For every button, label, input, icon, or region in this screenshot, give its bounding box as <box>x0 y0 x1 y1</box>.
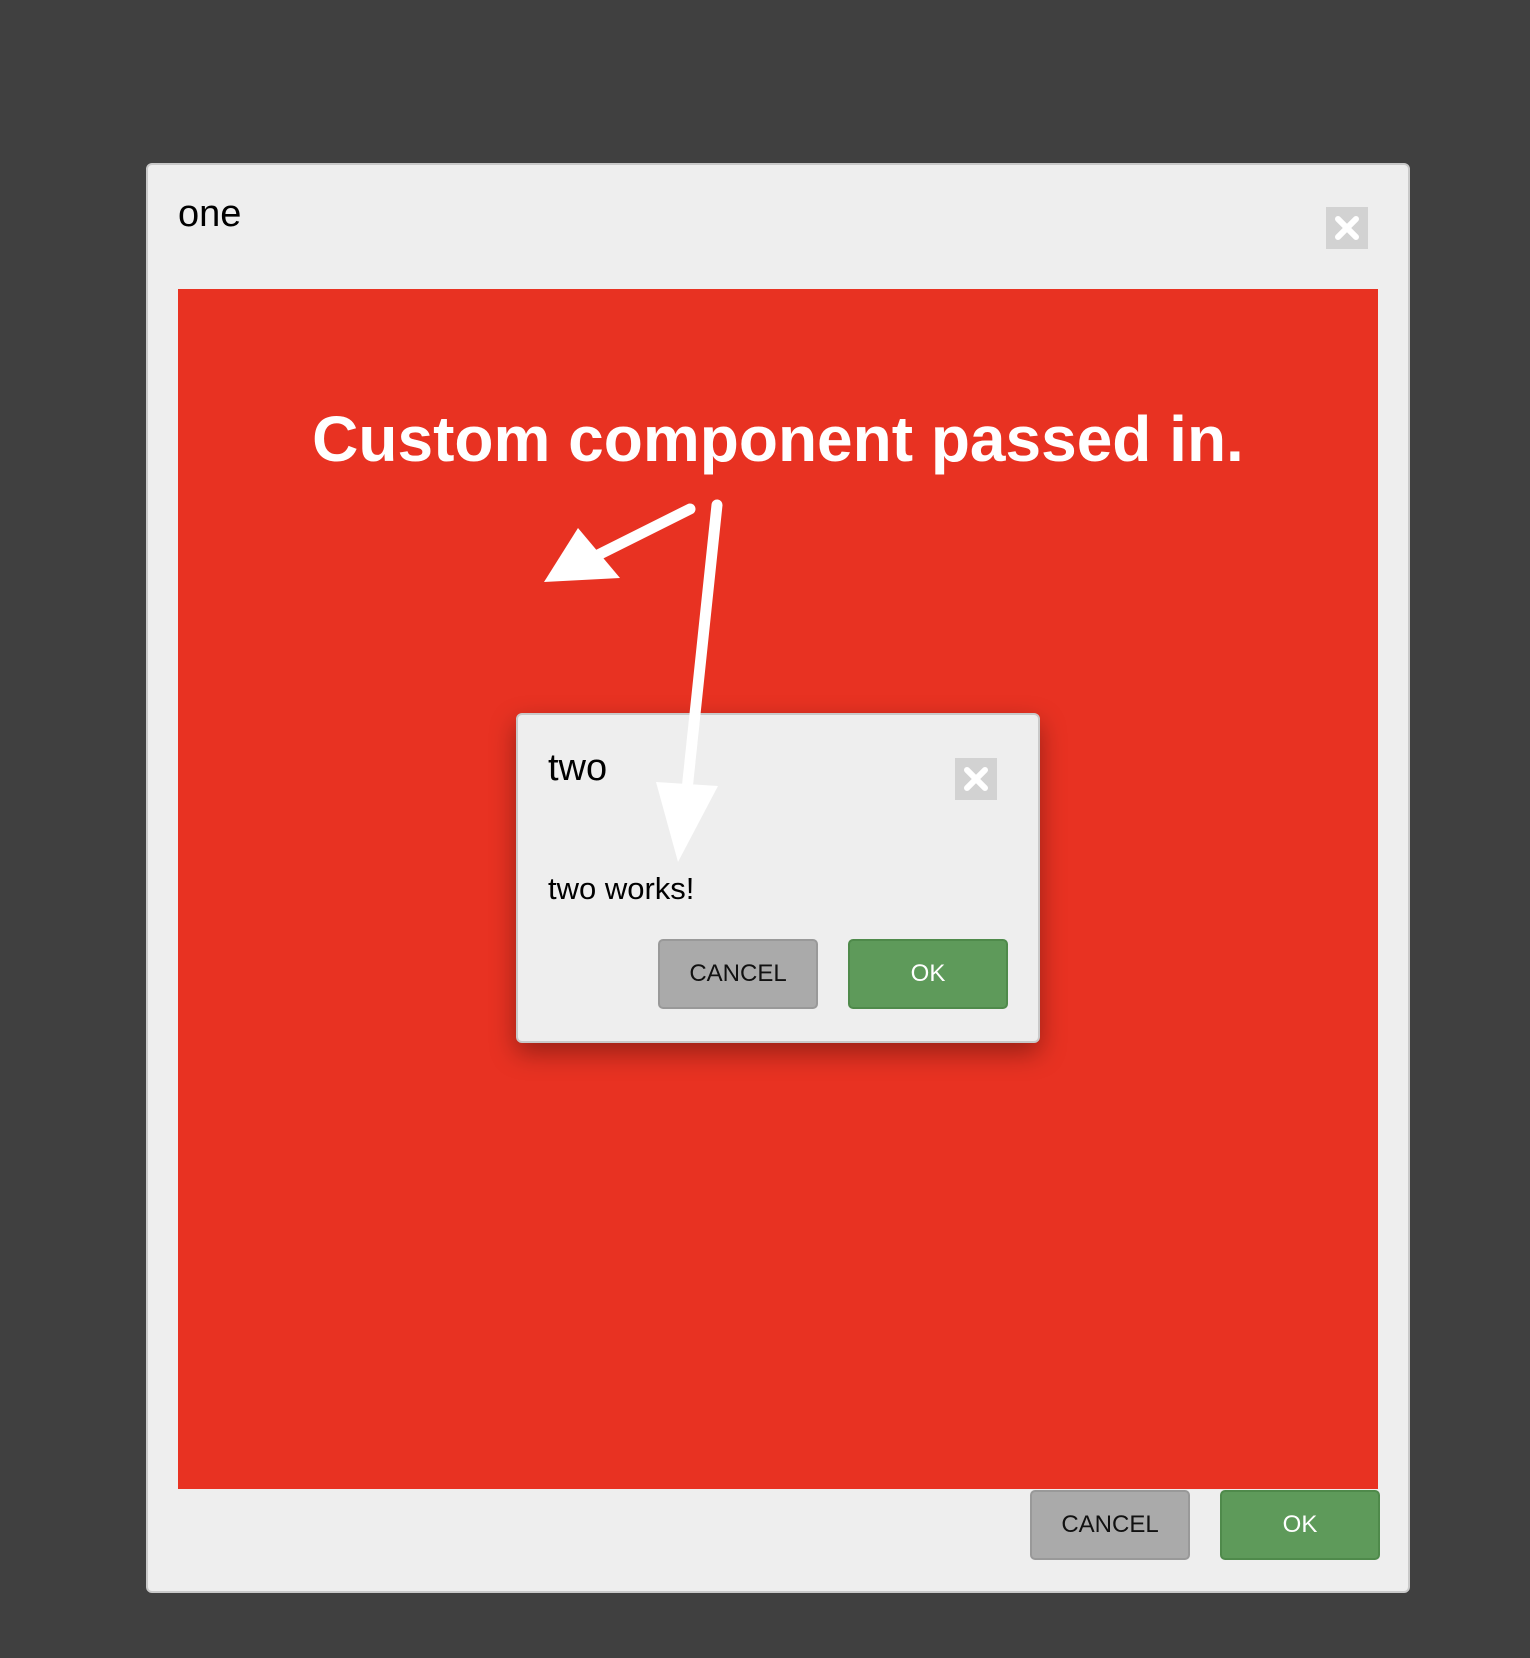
close-icon <box>961 764 991 794</box>
dialog-one-ok-button[interactable]: OK <box>1220 1490 1380 1560</box>
dialog-two-ok-button[interactable]: OK <box>848 939 1008 1009</box>
close-icon <box>1332 213 1362 243</box>
dialog-two: two two works! CANCEL OK <box>516 713 1040 1043</box>
dialog-one-cancel-button[interactable]: CANCEL <box>1030 1490 1190 1560</box>
dialog-two-cancel-button[interactable]: CANCEL <box>658 939 818 1009</box>
dialog-two-close-button[interactable] <box>955 758 997 800</box>
dialog-one-close-button[interactable] <box>1326 207 1368 249</box>
custom-component-heading: Custom component passed in. <box>312 403 1244 475</box>
dialog-two-body-text: two works! <box>548 871 695 906</box>
dialog-two-title: two <box>548 747 608 789</box>
dialog-one-title: one <box>178 193 242 235</box>
